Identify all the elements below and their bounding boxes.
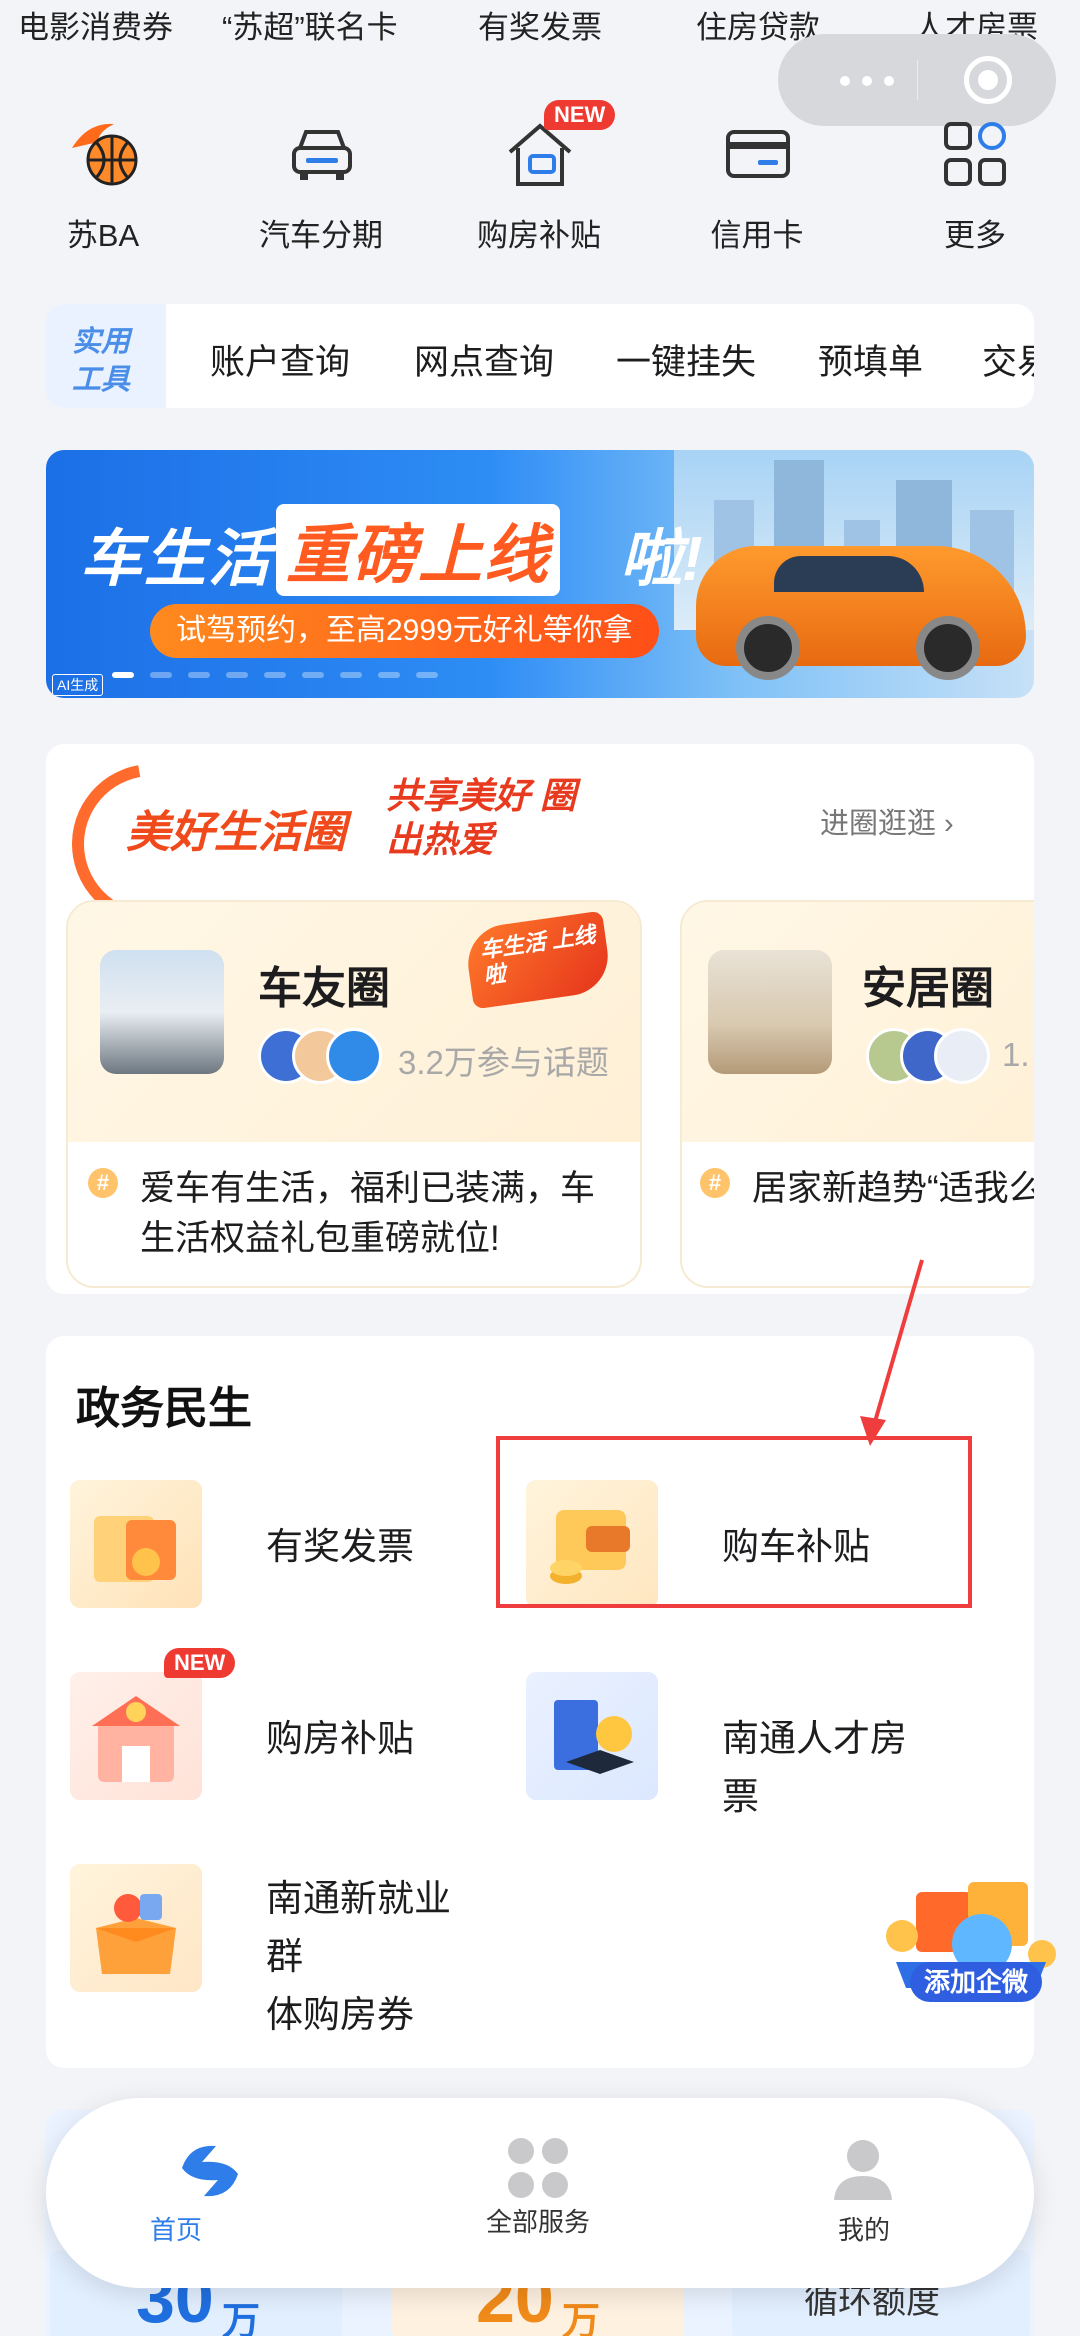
annotation-highlight-box (496, 1436, 972, 1608)
home-living-card[interactable]: 安居圈 1. # 居家新趋势“适我么? (680, 900, 1034, 1288)
participants-count: 1. (1002, 1036, 1030, 1073)
shop-house-icon (70, 1672, 202, 1800)
new-badge: NEW (164, 1648, 236, 1678)
new-badge: NEW (544, 100, 616, 130)
participants-count: 3.2万参与话题 (398, 1044, 609, 1081)
amount-unit: 万 (222, 2301, 261, 2336)
user-icon (834, 2140, 892, 2200)
quick-item-car-installment[interactable]: 汽车分期 (246, 110, 396, 260)
card-name: 车友圈 (258, 964, 390, 1013)
participant-avatars (866, 1028, 990, 1084)
quick-icon-row: 苏BA 汽车分期 NEW 购房补贴 信用卡 更多 (0, 100, 1080, 260)
ai-generated-tag: AI生成 (52, 674, 104, 696)
gov-item-label: 南通新就业群 体购房券 (266, 1878, 451, 2035)
card-description: 爱车有生活，福利已装满，车生活权益礼包重磅就位! (140, 1169, 596, 1258)
tools-tag: 实用 工具 (46, 304, 166, 408)
card-description: 居家新趋势“适我么? (752, 1169, 1034, 1208)
amount-unit: 万 (562, 2301, 601, 2336)
gov-item-employment-coupon[interactable]: 南通新就业群 体购房券 (46, 1848, 486, 2035)
enter-circle-link[interactable]: 进圈逛逛 › (820, 800, 954, 842)
top-link-movie-coupon[interactable]: 电影消费券 (18, 2, 173, 47)
good-life-circle-section: 美好生活圈 共享美好 圈出热爱 进圈逛逛 › 车友圈 车生活 上线啦 3.2万参… (46, 744, 1034, 1294)
credit-card-icon (726, 130, 790, 178)
living-room-photo (708, 950, 832, 1074)
orange-car-image (696, 546, 1026, 680)
book-grad-icon (526, 1672, 658, 1800)
home-logo-icon (182, 2145, 238, 2197)
tool-branch-query[interactable]: 网点查询 (414, 334, 554, 385)
life-circle-slogan: 共享美好 圈出热爱 (386, 775, 577, 860)
gift-box-icon (70, 1864, 202, 1992)
life-circle-title: 美好生活圈 (126, 808, 346, 857)
hashtag-icon: # (88, 1168, 118, 1198)
hashtag-icon: # (700, 1168, 730, 1198)
gov-item-label: 有奖发票 (266, 1526, 414, 1567)
banner-subtitle: 试驾预约，至高2999元好礼等你拿 (150, 604, 659, 658)
add-wecom-float-ad[interactable]: 添加企微 (876, 1862, 1066, 2012)
gov-item-house-subsidy[interactable]: NEW 购房补贴 (46, 1648, 486, 1806)
card-name: 安居圈 (862, 964, 994, 1013)
annotation-arrow (860, 1259, 924, 1446)
add-wecom-label: 添加企微 (910, 1962, 1043, 2002)
practical-tools-bar: 实用 工具 账户查询 网点查询 一键挂失 预填单 交易 (46, 304, 1034, 408)
participant-avatars (258, 1028, 382, 1084)
basketball-icon (72, 123, 138, 186)
gov-item-talent-ticket[interactable]: 南通人才房票 (502, 1656, 942, 1817)
bottom-tab-bar: 首页 全部服务 我的 (46, 2098, 1034, 2288)
invoice-icon (70, 1480, 202, 1608)
tool-transaction[interactable]: 交易 (982, 334, 1034, 385)
quick-item-more[interactable]: 更多 (900, 110, 1050, 260)
car-life-banner[interactable]: 车生活 重磅上线 啦! 试驾预约，至高2999元好礼等你拿 AI生成 (46, 450, 1034, 698)
more-dots-icon[interactable] (840, 76, 900, 86)
top-link-suchao-card[interactable]: “苏超”联名卡 (222, 2, 398, 47)
top-link-invoice[interactable]: 有奖发票 (478, 2, 602, 47)
tab-home[interactable]: 首页 (46, 2098, 306, 2288)
section-title: 政务民生 (76, 1384, 252, 1433)
tab-me[interactable]: 我的 (734, 2098, 994, 2288)
gov-item-invoice[interactable]: 有奖发票 (46, 1464, 486, 1614)
tool-account-query[interactable]: 账户查询 (210, 334, 350, 385)
tool-report-loss[interactable]: 一键挂失 (616, 334, 756, 385)
car-friends-card[interactable]: 车友圈 车生活 上线啦 3.2万参与话题 # 爱车有生活，福利已装满，车生活权益… (66, 900, 642, 1288)
close-miniprogram-icon[interactable] (964, 56, 1012, 104)
grid-icon (944, 122, 1006, 186)
tab-all-services[interactable]: 全部服务 (408, 2098, 668, 2288)
banner-title-left: 车生活 (80, 525, 273, 594)
banner-title-right: 啦! (620, 525, 703, 594)
quick-item-suba[interactable]: 苏BA (28, 110, 178, 260)
car-photo (100, 950, 224, 1074)
quick-item-credit-card[interactable]: 信用卡 (682, 110, 832, 260)
carousel-indicator (112, 672, 492, 680)
quick-item-house-subsidy[interactable]: NEW 购房补贴 (464, 100, 616, 260)
gov-item-label: 南通人才房票 (722, 1718, 907, 1817)
gov-item-label: 购房补贴 (266, 1718, 414, 1759)
banner-title-highlight: 重磅上线 (276, 504, 560, 596)
services-grid-icon (508, 2138, 568, 2198)
tool-prefill-form[interactable]: 预填单 (818, 334, 923, 385)
car-icon (292, 130, 352, 180)
